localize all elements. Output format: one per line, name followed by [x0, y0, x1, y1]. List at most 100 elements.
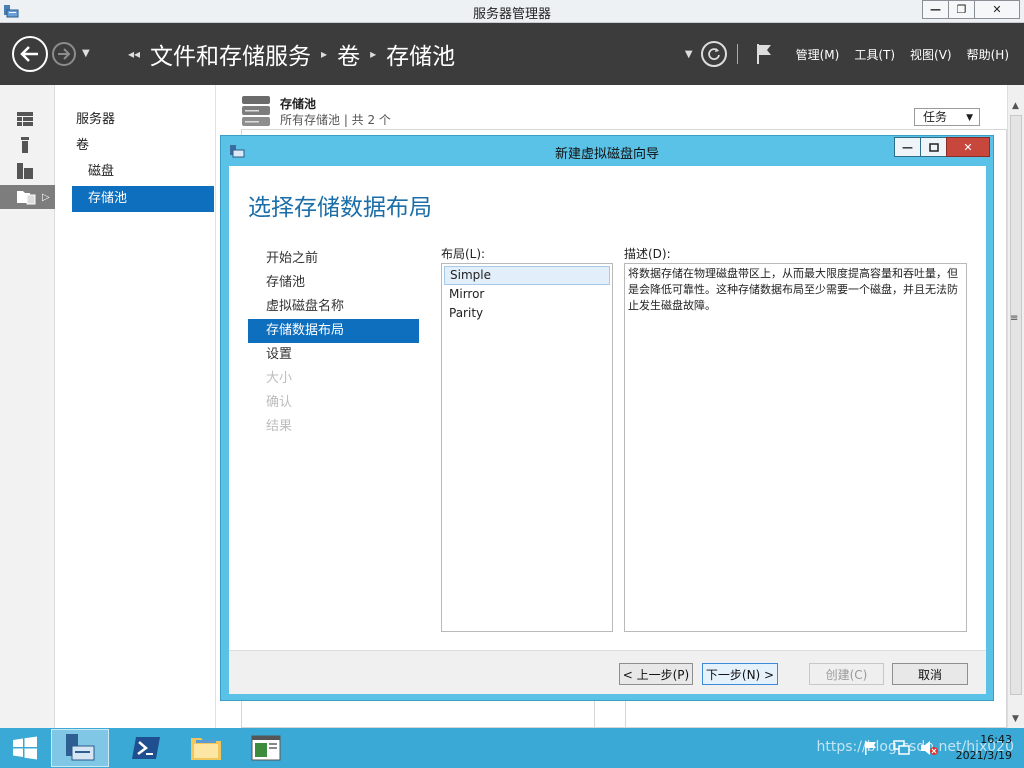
tasks-label: 任务 [923, 110, 948, 124]
storage-subnav: 服务器 卷 磁盘 存储池 [56, 85, 216, 728]
history-dropdown-icon[interactable]: ▼ [82, 48, 90, 59]
step-virtual-disk-name[interactable]: 虚拟磁盘名称 [248, 295, 419, 319]
vertical-scrollbar[interactable]: ▲ ≡ ▼ [1007, 85, 1024, 728]
step-before-you-begin[interactable]: 开始之前 [248, 247, 419, 271]
maximize-icon [928, 142, 939, 152]
step-confirmation: 确认 [266, 395, 293, 410]
divider [736, 44, 738, 64]
wizard-title: 新建虚拟磁盘向导 [554, 147, 659, 162]
server-manager-icon [66, 734, 95, 761]
subnav-item-servers[interactable]: 服务器 [72, 107, 214, 133]
menu-tools[interactable]: 工具(T) [854, 46, 895, 63]
window-titlebar: 服务器管理器 — ❐ ✕ [0, 0, 1024, 23]
network-icon[interactable] [893, 740, 911, 756]
taskbar-app-window[interactable] [237, 729, 295, 767]
wizard-heading: 选择存储数据布局 [248, 195, 432, 221]
volume-muted-icon[interactable] [920, 740, 938, 756]
taskbar-file-explorer[interactable] [177, 729, 235, 767]
scroll-grip-icon: ≡ [1010, 313, 1019, 324]
layout-option-simple[interactable]: Simple [444, 266, 610, 285]
wizard-close-button[interactable]: ✕ [946, 137, 990, 157]
refresh-icon [707, 48, 720, 60]
all-servers-icon [17, 163, 33, 179]
rail-local-server[interactable] [0, 133, 55, 157]
chevron-down-icon: ▼ [966, 113, 973, 123]
rail-file-storage[interactable]: ▷ [0, 185, 55, 209]
navigation-bar: ▼ ◂◂ 文件和存储服务 ▸ 卷 ▸ 存储池 ▼ 管理(M) 工具(T) 视图(… [0, 23, 1024, 85]
dashboard-icon [17, 112, 33, 126]
clock-time: 16:43 [980, 733, 1012, 746]
left-rail: ▷ [0, 85, 55, 728]
rail-dashboard[interactable] [0, 107, 55, 131]
divider [594, 700, 595, 728]
taskbar-server-manager[interactable] [51, 729, 109, 767]
wizard-footer: < 上一步(P) 下一步(N) > 创建(C) 取消 [229, 650, 986, 694]
refresh-button[interactable] [700, 41, 727, 67]
close-button[interactable]: ✕ [974, 0, 1020, 19]
step-size: 大小 [266, 371, 293, 386]
storage-pool-icon [242, 96, 270, 126]
window-app-icon [251, 735, 281, 761]
step-settings[interactable]: 设置 [248, 343, 419, 367]
arrow-right-icon [58, 48, 71, 60]
breadcrumb-item[interactable]: 文件和存储服务 [150, 37, 311, 71]
arrow-left-icon [20, 46, 38, 62]
minimize-button[interactable]: — [922, 0, 949, 19]
layout-option-mirror[interactable]: Mirror [444, 285, 610, 304]
next-button[interactable]: 下一步(N) > [702, 663, 778, 685]
action-center-flag-icon[interactable] [865, 741, 877, 755]
file-storage-icon [17, 191, 36, 205]
divider [625, 700, 626, 728]
step-storage-layout[interactable]: 存储数据布局 [248, 319, 419, 343]
menu-manage[interactable]: 管理(M) [796, 46, 840, 63]
breadcrumb-item[interactable]: 卷 [337, 37, 360, 71]
layout-option-parity[interactable]: Parity [444, 304, 610, 323]
previous-button[interactable]: < 上一步(P) [619, 663, 693, 685]
section-subtitle: 所有存储池 | 共 2 个 [280, 113, 391, 127]
breadcrumb-separator-icon: ▸ [321, 47, 328, 61]
description-label: 描述(D): [624, 247, 671, 261]
forward-button[interactable] [52, 42, 76, 66]
taskbar-powershell[interactable] [117, 729, 175, 767]
back-button[interactable] [12, 36, 48, 72]
step-results: 结果 [266, 419, 293, 434]
scroll-down-icon[interactable]: ▼ [1012, 714, 1019, 724]
wizard-restore-button[interactable] [920, 137, 947, 157]
description-box: 将数据存储在物理磁盘带区上，从而最大限度提高容量和吞吐量，但是会降低可靠性。这种… [624, 263, 967, 632]
create-button: 创建(C) [809, 663, 884, 685]
menu-help[interactable]: 帮助(H) [967, 46, 1009, 63]
wizard-titlebar: 新建虚拟磁盘向导 — ✕ [221, 136, 993, 166]
wizard-window-controls: — ✕ [894, 137, 990, 157]
subnav-item-disks[interactable]: 磁盘 [72, 159, 214, 185]
breadcrumb: ◂◂ 文件和存储服务 ▸ 卷 ▸ 存储池 [128, 37, 455, 71]
wizard-steps: 开始之前 存储池 虚拟磁盘名称 存储数据布局 设置 大小 确认 结果 [248, 247, 419, 439]
breadcrumb-overflow-icon[interactable]: ◂◂ [128, 47, 140, 61]
taskbar: https://blog.csdn.net/hjx020 16:43 2021/… [0, 728, 1024, 768]
breadcrumb-item[interactable]: 存储池 [386, 37, 455, 71]
step-storage-pool[interactable]: 存储池 [248, 271, 419, 295]
layout-label: 布局(L): [441, 247, 486, 261]
menu-view[interactable]: 视图(V) [910, 46, 952, 63]
scroll-up-icon[interactable]: ▲ [1012, 101, 1019, 111]
chevron-down-icon[interactable]: ▼ [685, 49, 693, 60]
clock[interactable]: 16:43 2021/3/19 [956, 732, 1012, 764]
cancel-button[interactable]: 取消 [892, 663, 968, 685]
local-server-icon [21, 137, 29, 153]
layout-listbox[interactable]: Simple Mirror Parity [441, 263, 613, 632]
expand-arrow-icon[interactable]: ▷ [42, 192, 50, 203]
restore-button[interactable]: ❐ [948, 0, 975, 19]
notifications-flag-icon[interactable] [756, 43, 772, 65]
rail-all-servers[interactable] [0, 159, 55, 183]
wizard-minimize-button[interactable]: — [894, 137, 921, 157]
subnav-item-storage-pools[interactable]: 存储池 [72, 186, 214, 212]
nav-commands: ▼ 管理(M) 工具(T) 视图(V) 帮助(H) [685, 23, 1024, 85]
window-controls: — ❐ ✕ [922, 0, 1020, 21]
section-title: 存储池 [280, 97, 317, 111]
tasks-dropdown[interactable]: 任务 ▼ [914, 108, 980, 126]
windows-logo-icon [13, 736, 37, 760]
breadcrumb-separator-icon: ▸ [370, 47, 377, 61]
start-button[interactable] [12, 736, 38, 763]
subnav-item-volumes[interactable]: 卷 [72, 133, 214, 159]
new-virtual-disk-wizard: 新建虚拟磁盘向导 — ✕ 选择存储数据布局 开始之前 存储池 虚拟磁盘名称 存储… [220, 135, 994, 701]
scroll-thumb[interactable] [1010, 115, 1022, 695]
